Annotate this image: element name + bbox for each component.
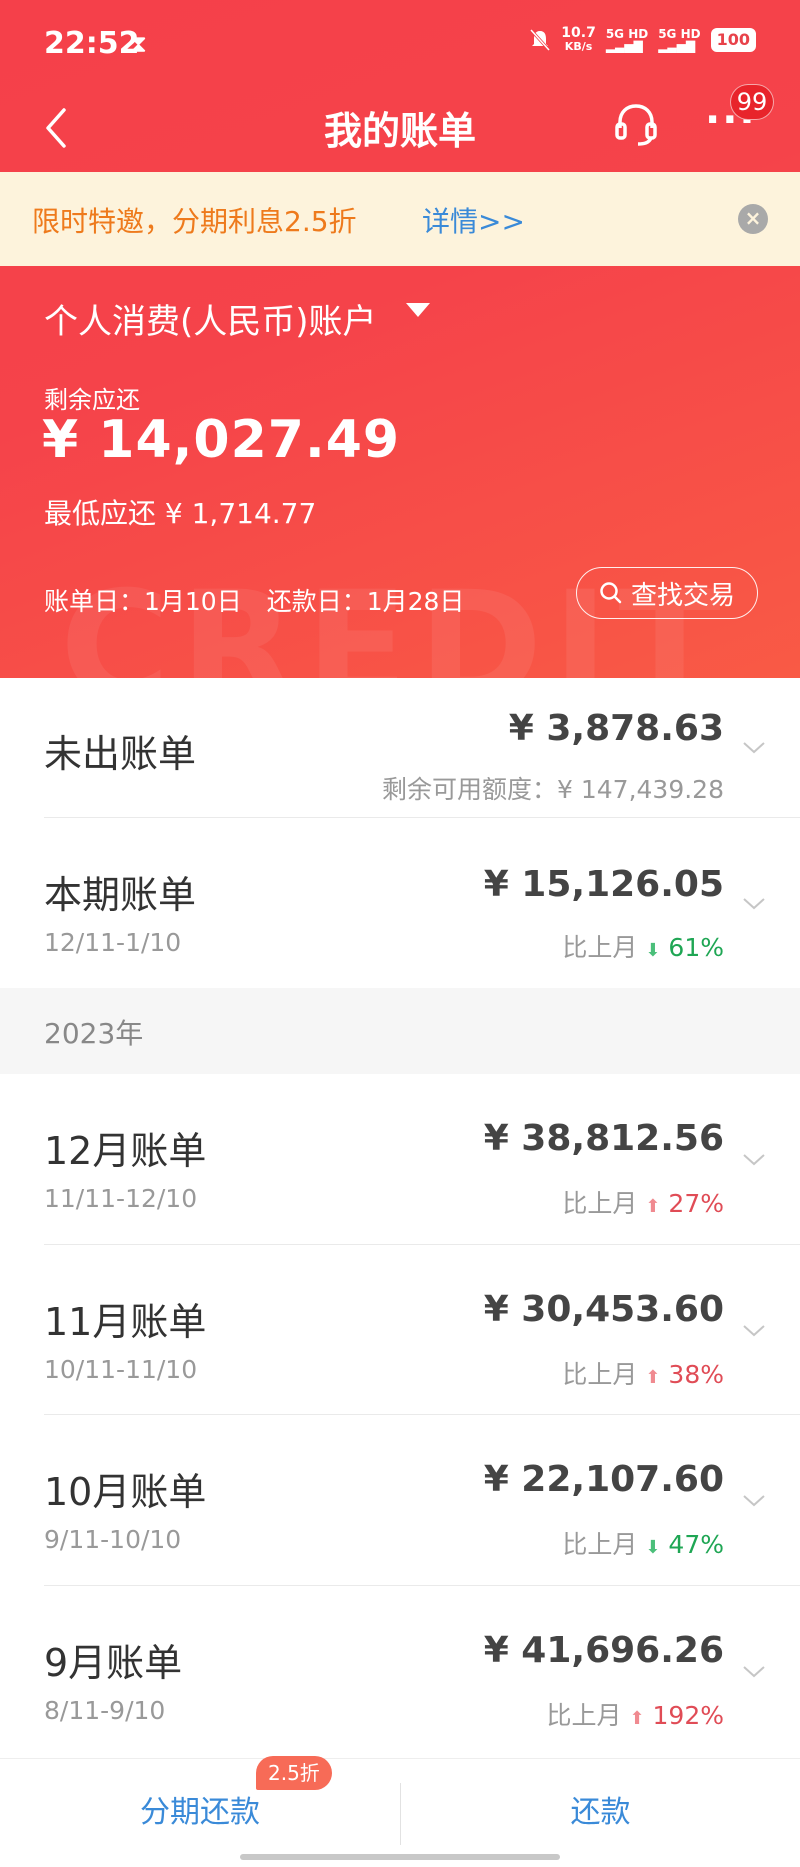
minimum-payment: 最低应还 ¥ 1,714.77 (44, 497, 317, 530)
customer-service-button[interactable] (612, 100, 662, 150)
compare-label: 比上月 (546, 1701, 622, 1730)
month-compare: 比上月 ⬇ 61% (562, 928, 724, 964)
caret-down-icon[interactable] (406, 303, 430, 317)
compare-label: 比上月 (562, 1360, 638, 1389)
hourglass-icon: ⧗ (130, 30, 147, 58)
net-speed-value: 10.7 (561, 25, 596, 41)
bill-row-september[interactable]: 9月账单 8/11-9/10 ¥ 41,696.26 比上月 ⬆ 192% (0, 1586, 800, 1758)
arrow-down-icon: ⬇ (645, 940, 661, 961)
row-title: 11月账单 (44, 1300, 207, 1344)
month-compare: 比上月 ⬆ 38% (562, 1355, 724, 1391)
bill-row-november[interactable]: 11月账单 10/11-11/10 ¥ 30,453.60 比上月 ⬆ 38% (0, 1245, 800, 1415)
remaining-amount: ¥ 14,027.49 (42, 410, 401, 470)
arrow-up-icon: ⬆ (645, 1367, 661, 1388)
search-transactions-button[interactable]: 查找交易 (576, 567, 758, 619)
month-compare: 比上月 ⬇ 47% (562, 1525, 724, 1561)
row-amount: ¥ 30,453.60 (483, 1289, 724, 1330)
discount-badge: 2.5折 (256, 1756, 332, 1790)
compare-percent: 27% (668, 1189, 724, 1218)
chevron-down-icon (743, 1154, 765, 1166)
status-icons: 10.7 KB/s 5G HD ▂▃▅▇ 5G HD ▂▃▅▇ 100 (529, 26, 756, 54)
signal-2: 5G HD ▂▃▅▇ (658, 28, 700, 52)
account-selector[interactable]: 个人消费(人民币)账户 (44, 294, 377, 343)
arrow-up-icon: ⬆ (629, 1708, 645, 1729)
compare-label: 比上月 (562, 933, 638, 962)
promo-banner[interactable]: 限时特邀，分期利息2.5折 详情>> × (0, 172, 800, 266)
bill-row-december[interactable]: 12月账单 11/11-12/10 ¥ 38,812.56 比上月 ⬆ 27% (0, 1074, 800, 1245)
chevron-down-icon (743, 1495, 765, 1507)
unbilled-row[interactable]: 未出账单 ¥ 3,878.63 剩余可用额度：¥ 147,439.28 (0, 678, 800, 818)
compare-percent: 38% (668, 1360, 724, 1389)
row-period: 12/11-1/10 (44, 928, 182, 957)
promo-details-link[interactable]: 详情>> (422, 200, 525, 240)
year-section-header: 2023年 (0, 988, 800, 1074)
bottom-action-bar: 分期还款 还款 (0, 1758, 800, 1867)
chevron-down-icon (743, 742, 765, 754)
headset-icon (615, 104, 657, 146)
battery-icon: 100 (710, 28, 756, 52)
arrow-up-icon: ⬆ (645, 1196, 661, 1217)
signal-bars-icon: ▂▃▅▇ (658, 39, 696, 53)
status-time: 22:52 (44, 26, 140, 61)
row-title: 未出账单 (44, 732, 197, 776)
month-compare: 比上月 ⬆ 192% (547, 1696, 725, 1732)
row-amount: ¥ 22,107.60 (483, 1459, 724, 1500)
current-bill-row[interactable]: 本期账单 12/11-1/10 ¥ 15,126.05 比上月 ⬇ 61% (0, 818, 800, 988)
compare-percent: 61% (668, 933, 724, 962)
page-title: 我的账单 (323, 109, 476, 153)
notification-badge: 99 (730, 84, 774, 120)
arrow-down-icon: ⬇ (645, 1537, 661, 1558)
row-period: 8/11-9/10 (44, 1696, 166, 1725)
compare-percent: 192% (652, 1701, 724, 1730)
search-icon (600, 582, 622, 604)
row-period: 11/11-12/10 (44, 1184, 198, 1213)
month-compare: 比上月 ⬆ 27% (562, 1184, 724, 1220)
row-title: 本期账单 (44, 873, 197, 917)
row-title: 10月账单 (44, 1470, 207, 1514)
signal-bars-icon: ▂▃▅▇ (605, 39, 643, 53)
chevron-down-icon (743, 1325, 765, 1337)
row-title: 12月账单 (44, 1129, 207, 1173)
compare-label: 比上月 (562, 1530, 638, 1559)
year-label: 2023年 (44, 1017, 144, 1050)
repay-button[interactable]: 还款 (401, 1759, 800, 1867)
row-amount: ¥ 15,126.05 (483, 864, 724, 905)
bill-row-october[interactable]: 10月账单 9/11-10/10 ¥ 22,107.60 比上月 ⬇ 47% (0, 1415, 800, 1586)
row-title: 9月账单 (44, 1641, 183, 1685)
net-speed: 10.7 KB/s (561, 26, 596, 54)
billing-dates: 账单日：1月10日 还款日：1月28日 (44, 587, 465, 616)
mute-bell-icon (530, 28, 551, 52)
available-credit: 剩余可用额度：¥ 147,439.28 (382, 775, 724, 804)
installment-button[interactable]: 分期还款 (0, 1759, 400, 1867)
status-bar: 22:52 ⧗ 10.7 KB/s 5G HD ▂▃▅▇ 5G HD ▂▃▅▇ … (0, 0, 800, 90)
row-amount: ¥ 3,878.63 (508, 708, 724, 749)
nav-bar: 我的账单 ··· (0, 90, 800, 170)
search-label: 查找交易 (630, 580, 735, 611)
compare-percent: 47% (668, 1530, 724, 1559)
compare-label: 比上月 (562, 1189, 638, 1218)
net-speed-unit: KB/s (564, 40, 593, 53)
signal-1: 5G HD ▂▃▅▇ (606, 28, 648, 52)
row-amount: ¥ 41,696.26 (483, 1630, 724, 1671)
promo-text: 限时特邀，分期利息2.5折 (32, 205, 357, 238)
home-indicator[interactable] (240, 1854, 560, 1860)
row-amount: ¥ 38,812.56 (483, 1118, 724, 1159)
row-period: 9/11-10/10 (44, 1525, 182, 1554)
chevron-down-icon (743, 1666, 765, 1678)
chevron-down-icon (743, 898, 765, 910)
close-icon[interactable]: × (738, 204, 768, 234)
row-period: 10/11-11/10 (44, 1355, 198, 1384)
